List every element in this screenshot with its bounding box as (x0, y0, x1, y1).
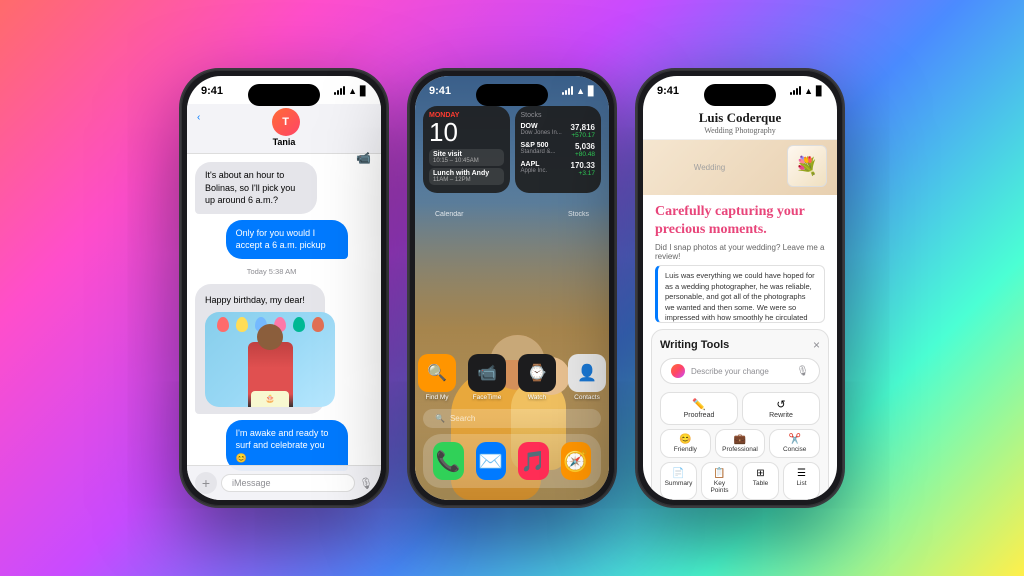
video-call-button[interactable]: 📹 (356, 151, 371, 165)
app-findmy[interactable]: 🔍 Find My (418, 354, 456, 401)
message-bubble: I'm awake and ready to surf and celebrat… (226, 420, 348, 472)
dock-mail[interactable]: ✉️ (476, 442, 507, 480)
attachment-button[interactable]: + (195, 472, 217, 494)
signal-icon (334, 87, 345, 95)
widgets-row: Monday 10 Site visit 10:15 – 10:45AM Lun… (423, 106, 601, 193)
birthday-image: 🎂 (205, 312, 335, 407)
studio-subtitle: Wedding Photography (655, 126, 825, 135)
stock-aapl: AAPL Apple Inc. 170.33 +3.17 (521, 161, 596, 177)
close-button[interactable]: × (813, 338, 820, 352)
search-bar[interactable]: 🔍 Search (423, 409, 601, 428)
writing-input[interactable]: Describe your change 🎙 (660, 358, 820, 384)
tagline: Carefully capturing your precious moment… (643, 195, 837, 243)
studio-name: Luis Coderque (655, 110, 825, 126)
contact-name: Tania (197, 137, 371, 147)
cal-date: 10 (429, 119, 504, 145)
message-input-bar: + iMessage 🎙 (187, 465, 381, 500)
dock-compass[interactable]: 🧭 (561, 442, 592, 480)
mic-button[interactable]: 🎙 (359, 477, 373, 490)
list-button[interactable]: ☰ List (783, 462, 820, 500)
summary-button[interactable]: 📄 Summary (660, 462, 697, 500)
hero-section: Wedding 💐 (643, 140, 837, 195)
widget-labels: Calendar Stocks (423, 211, 601, 218)
status-icons-1: ▲ ▊ (334, 86, 367, 97)
time-3: 9:41 (657, 85, 679, 97)
battery-icon-2: ▊ (588, 86, 595, 97)
tools-row-2: 😊 Friendly 💼 Professional ✂️ Concise (660, 429, 820, 458)
time-2: 9:41 (429, 85, 451, 97)
writing-placeholder: Describe your change (691, 367, 790, 376)
dynamic-island-3 (704, 84, 776, 106)
concise-button[interactable]: ✂️ Concise (769, 429, 820, 458)
dynamic-island (248, 84, 320, 106)
phone-homescreen: 9:41 ▲ ▊ Monday 10 Site visit (407, 68, 617, 508)
message-input[interactable]: iMessage (221, 474, 355, 492)
tools-row-1: ✏️ Proofread ↺ Rewrite (660, 392, 820, 425)
birthday-message: Happy birthday, my dear! 🎂 (195, 284, 325, 414)
hero-image: 💐 (787, 145, 827, 187)
search-icon: 🔍 (435, 414, 445, 423)
imessage-header: ‹ T Tania 📹 (187, 104, 381, 154)
contact-avatar: T (272, 108, 300, 136)
app-facetime[interactable]: 📹 FaceTime (468, 354, 506, 401)
dynamic-island-2 (476, 84, 548, 106)
battery-icon: ▊ (360, 86, 367, 97)
ai-icon (671, 364, 685, 378)
wifi-icon-2: ▲ (576, 86, 585, 96)
apps-row: 🔍 Find My 📹 FaceTime ⌚ Watch (423, 354, 601, 401)
tools-row-3: 📄 Summary 📋 Key Points ⊞ Table ☰ List (660, 462, 820, 500)
studio-header: Luis Coderque Wedding Photography (643, 104, 837, 140)
message-timestamp: Today 5:38 AM (195, 267, 348, 276)
writing-tools-header: Writing Tools × (660, 338, 820, 352)
cal-event-2: Lunch with Andy 11AM – 12PM (429, 168, 504, 185)
message-bubble: It's about an hour to Bolinas, so I'll p… (195, 162, 317, 214)
status-icons-2: ▲ ▊ (562, 86, 595, 97)
time-1: 9:41 (201, 85, 223, 97)
friendly-button[interactable]: 😊 Friendly (660, 429, 711, 458)
dock: 📞 ✉️ 🎵 🧭 (423, 434, 601, 488)
hero-text: Wedding (682, 157, 798, 178)
back-button[interactable]: ‹ (197, 112, 200, 123)
review-text[interactable]: Luis was everything we could have hoped … (655, 265, 825, 323)
key-points-button[interactable]: 📋 Key Points (701, 462, 738, 500)
wifi-icon: ▲ (348, 86, 357, 96)
writing-tools-panel: Writing Tools × Describe your change 🎙 ✏… (651, 329, 829, 500)
app-contacts[interactable]: 👤 Contacts (568, 354, 606, 401)
dock-music[interactable]: 🎵 (518, 442, 549, 480)
writing-tools-title: Writing Tools (660, 339, 729, 351)
app-area: 🔍 Find My 📹 FaceTime ⌚ Watch (423, 354, 601, 488)
cal-event-1: Site visit 10:15 – 10:45AM (429, 149, 504, 166)
proofread-button[interactable]: ✏️ Proofread (660, 392, 738, 425)
wifi-icon-3: ▲ (804, 86, 813, 96)
cal-events: Site visit 10:15 – 10:45AM Lunch with An… (429, 149, 504, 185)
rewrite-button[interactable]: ↺ Rewrite (742, 392, 820, 425)
calendar-widget[interactable]: Monday 10 Site visit 10:15 – 10:45AM Lun… (423, 106, 510, 193)
stock-sp500: S&P 500 Standard &... 5,036 +80.48 (521, 142, 596, 158)
table-button[interactable]: ⊞ Table (742, 462, 779, 500)
message-text: Happy birthday, my dear! (205, 291, 315, 312)
message-bubble: Only for you would I accept a 6 a.m. pic… (226, 220, 348, 259)
phone-photography: 9:41 ▲ ▊ Luis Coderque Wedding Photograp… (635, 68, 845, 508)
stocks-widget[interactable]: Stocks DOW Dow Jones In... 37,816 +570.1… (515, 106, 602, 193)
phone-imessage: 9:41 ▲ ▊ ‹ T Tania 📹 It's about an hour … (179, 68, 389, 508)
review-prompt: Did I snap photos at your wedding? Leave… (643, 243, 837, 265)
professional-button[interactable]: 💼 Professional (715, 429, 766, 458)
battery-icon-3: ▊ (816, 86, 823, 97)
signal-icon-2 (562, 87, 573, 95)
dock-phone[interactable]: 📞 (433, 442, 464, 480)
messages-list: It's about an hour to Bolinas, so I'll p… (187, 154, 356, 484)
app-watch[interactable]: ⌚ Watch (518, 354, 556, 401)
signal-icon-3 (790, 87, 801, 95)
status-icons-3: ▲ ▊ (790, 86, 823, 97)
stocks-header: Stocks (521, 112, 596, 119)
stock-dow: DOW Dow Jones In... 37,816 +570.17 (521, 123, 596, 139)
mic-icon: 🎙 (796, 366, 809, 377)
